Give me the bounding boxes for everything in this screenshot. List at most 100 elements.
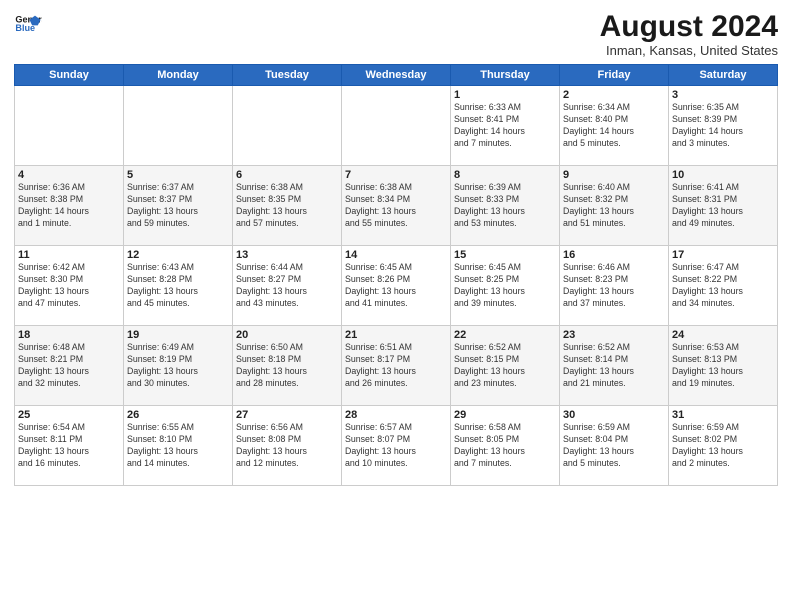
day-number: 31 [672,409,774,421]
calendar-cell: 24Sunrise: 6:53 AM Sunset: 8:13 PM Dayli… [669,326,778,406]
calendar-week-row: 18Sunrise: 6:48 AM Sunset: 8:21 PM Dayli… [15,326,778,406]
logo: General Blue [14,10,42,38]
day-number: 26 [127,409,229,421]
calendar-cell: 3Sunrise: 6:35 AM Sunset: 8:39 PM Daylig… [669,86,778,166]
day-number: 18 [18,329,120,341]
day-detail: Sunrise: 6:38 AM Sunset: 8:34 PM Dayligh… [345,182,447,230]
calendar-cell: 23Sunrise: 6:52 AM Sunset: 8:14 PM Dayli… [560,326,669,406]
day-detail: Sunrise: 6:47 AM Sunset: 8:22 PM Dayligh… [672,262,774,310]
title-block: August 2024 Inman, Kansas, United States [600,10,778,58]
calendar-cell: 25Sunrise: 6:54 AM Sunset: 8:11 PM Dayli… [15,406,124,486]
calendar-cell [233,86,342,166]
day-number: 28 [345,409,447,421]
day-number: 27 [236,409,338,421]
calendar-cell: 22Sunrise: 6:52 AM Sunset: 8:15 PM Dayli… [451,326,560,406]
calendar-cell: 12Sunrise: 6:43 AM Sunset: 8:28 PM Dayli… [124,246,233,326]
day-of-week-header: Saturday [669,65,778,86]
day-number: 16 [563,249,665,261]
day-detail: Sunrise: 6:54 AM Sunset: 8:11 PM Dayligh… [18,422,120,470]
calendar-cell: 31Sunrise: 6:59 AM Sunset: 8:02 PM Dayli… [669,406,778,486]
day-detail: Sunrise: 6:56 AM Sunset: 8:08 PM Dayligh… [236,422,338,470]
day-number: 1 [454,89,556,101]
calendar-cell: 30Sunrise: 6:59 AM Sunset: 8:04 PM Dayli… [560,406,669,486]
day-number: 5 [127,169,229,181]
calendar-cell: 10Sunrise: 6:41 AM Sunset: 8:31 PM Dayli… [669,166,778,246]
calendar-cell: 13Sunrise: 6:44 AM Sunset: 8:27 PM Dayli… [233,246,342,326]
calendar-cell: 9Sunrise: 6:40 AM Sunset: 8:32 PM Daylig… [560,166,669,246]
main-title: August 2024 [600,10,778,43]
day-detail: Sunrise: 6:45 AM Sunset: 8:26 PM Dayligh… [345,262,447,310]
day-detail: Sunrise: 6:51 AM Sunset: 8:17 PM Dayligh… [345,342,447,390]
calendar-table: SundayMondayTuesdayWednesdayThursdayFrid… [14,64,778,486]
day-number: 13 [236,249,338,261]
day-detail: Sunrise: 6:55 AM Sunset: 8:10 PM Dayligh… [127,422,229,470]
day-number: 8 [454,169,556,181]
day-detail: Sunrise: 6:59 AM Sunset: 8:04 PM Dayligh… [563,422,665,470]
day-number: 30 [563,409,665,421]
day-detail: Sunrise: 6:44 AM Sunset: 8:27 PM Dayligh… [236,262,338,310]
calendar-cell: 21Sunrise: 6:51 AM Sunset: 8:17 PM Dayli… [342,326,451,406]
calendar-week-row: 1Sunrise: 6:33 AM Sunset: 8:41 PM Daylig… [15,86,778,166]
calendar-cell: 6Sunrise: 6:38 AM Sunset: 8:35 PM Daylig… [233,166,342,246]
calendar-cell: 11Sunrise: 6:42 AM Sunset: 8:30 PM Dayli… [15,246,124,326]
day-number: 29 [454,409,556,421]
calendar-cell: 2Sunrise: 6:34 AM Sunset: 8:40 PM Daylig… [560,86,669,166]
day-number: 11 [18,249,120,261]
day-detail: Sunrise: 6:38 AM Sunset: 8:35 PM Dayligh… [236,182,338,230]
calendar-cell [342,86,451,166]
day-detail: Sunrise: 6:36 AM Sunset: 8:38 PM Dayligh… [18,182,120,230]
logo-icon: General Blue [14,10,42,38]
day-number: 20 [236,329,338,341]
calendar-cell: 4Sunrise: 6:36 AM Sunset: 8:38 PM Daylig… [15,166,124,246]
calendar-cell: 20Sunrise: 6:50 AM Sunset: 8:18 PM Dayli… [233,326,342,406]
day-detail: Sunrise: 6:52 AM Sunset: 8:14 PM Dayligh… [563,342,665,390]
day-number: 10 [672,169,774,181]
day-detail: Sunrise: 6:58 AM Sunset: 8:05 PM Dayligh… [454,422,556,470]
day-detail: Sunrise: 6:37 AM Sunset: 8:37 PM Dayligh… [127,182,229,230]
calendar-cell: 27Sunrise: 6:56 AM Sunset: 8:08 PM Dayli… [233,406,342,486]
day-number: 4 [18,169,120,181]
day-detail: Sunrise: 6:39 AM Sunset: 8:33 PM Dayligh… [454,182,556,230]
day-of-week-header: Wednesday [342,65,451,86]
header: General Blue August 2024 Inman, Kansas, … [14,10,778,58]
subtitle: Inman, Kansas, United States [600,43,778,58]
day-detail: Sunrise: 6:48 AM Sunset: 8:21 PM Dayligh… [18,342,120,390]
calendar-week-row: 4Sunrise: 6:36 AM Sunset: 8:38 PM Daylig… [15,166,778,246]
calendar-cell: 26Sunrise: 6:55 AM Sunset: 8:10 PM Dayli… [124,406,233,486]
calendar-page: General Blue August 2024 Inman, Kansas, … [0,0,792,612]
day-number: 25 [18,409,120,421]
calendar-body: 1Sunrise: 6:33 AM Sunset: 8:41 PM Daylig… [15,86,778,486]
calendar-cell: 18Sunrise: 6:48 AM Sunset: 8:21 PM Dayli… [15,326,124,406]
calendar-cell: 7Sunrise: 6:38 AM Sunset: 8:34 PM Daylig… [342,166,451,246]
day-number: 19 [127,329,229,341]
day-of-week-header: Monday [124,65,233,86]
calendar-cell [124,86,233,166]
day-of-week-header: Friday [560,65,669,86]
calendar-cell: 1Sunrise: 6:33 AM Sunset: 8:41 PM Daylig… [451,86,560,166]
calendar-cell: 15Sunrise: 6:45 AM Sunset: 8:25 PM Dayli… [451,246,560,326]
day-number: 23 [563,329,665,341]
calendar-cell: 29Sunrise: 6:58 AM Sunset: 8:05 PM Dayli… [451,406,560,486]
calendar-header: SundayMondayTuesdayWednesdayThursdayFrid… [15,65,778,86]
day-number: 6 [236,169,338,181]
day-number: 14 [345,249,447,261]
day-number: 12 [127,249,229,261]
day-number: 17 [672,249,774,261]
day-detail: Sunrise: 6:53 AM Sunset: 8:13 PM Dayligh… [672,342,774,390]
calendar-cell: 16Sunrise: 6:46 AM Sunset: 8:23 PM Dayli… [560,246,669,326]
day-number: 22 [454,329,556,341]
calendar-week-row: 11Sunrise: 6:42 AM Sunset: 8:30 PM Dayli… [15,246,778,326]
calendar-week-row: 25Sunrise: 6:54 AM Sunset: 8:11 PM Dayli… [15,406,778,486]
day-detail: Sunrise: 6:43 AM Sunset: 8:28 PM Dayligh… [127,262,229,310]
day-detail: Sunrise: 6:46 AM Sunset: 8:23 PM Dayligh… [563,262,665,310]
day-number: 3 [672,89,774,101]
day-of-week-header: Tuesday [233,65,342,86]
day-detail: Sunrise: 6:41 AM Sunset: 8:31 PM Dayligh… [672,182,774,230]
day-detail: Sunrise: 6:49 AM Sunset: 8:19 PM Dayligh… [127,342,229,390]
day-detail: Sunrise: 6:52 AM Sunset: 8:15 PM Dayligh… [454,342,556,390]
day-detail: Sunrise: 6:42 AM Sunset: 8:30 PM Dayligh… [18,262,120,310]
day-detail: Sunrise: 6:40 AM Sunset: 8:32 PM Dayligh… [563,182,665,230]
calendar-cell: 8Sunrise: 6:39 AM Sunset: 8:33 PM Daylig… [451,166,560,246]
day-of-week-header: Thursday [451,65,560,86]
calendar-cell [15,86,124,166]
